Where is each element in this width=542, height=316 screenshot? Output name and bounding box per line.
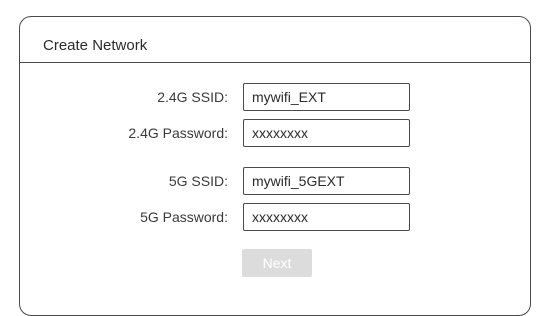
title-divider [20, 62, 530, 63]
next-button[interactable]: Next [242, 249, 312, 277]
ssid-5g-row: 5G SSID: [20, 167, 530, 195]
panel-title: Create Network [43, 37, 148, 54]
password-5g-input[interactable] [243, 203, 410, 231]
password-5g-row: 5G Password: [20, 203, 530, 231]
ssid-24g-input[interactable] [243, 83, 410, 111]
password-24g-input[interactable] [243, 119, 410, 147]
ssid-24g-row: 2.4G SSID: [20, 83, 530, 111]
ssid-5g-input[interactable] [243, 167, 410, 195]
password-24g-row: 2.4G Password: [20, 119, 530, 147]
create-network-panel: Create Network 2.4G SSID: 2.4G Password:… [19, 16, 531, 316]
ssid-24g-label: 2.4G SSID: [157, 89, 228, 105]
password-24g-label: 2.4G Password: [128, 125, 228, 141]
password-5g-label: 5G Password: [140, 209, 228, 225]
ssid-5g-label: 5G SSID: [168, 173, 228, 189]
